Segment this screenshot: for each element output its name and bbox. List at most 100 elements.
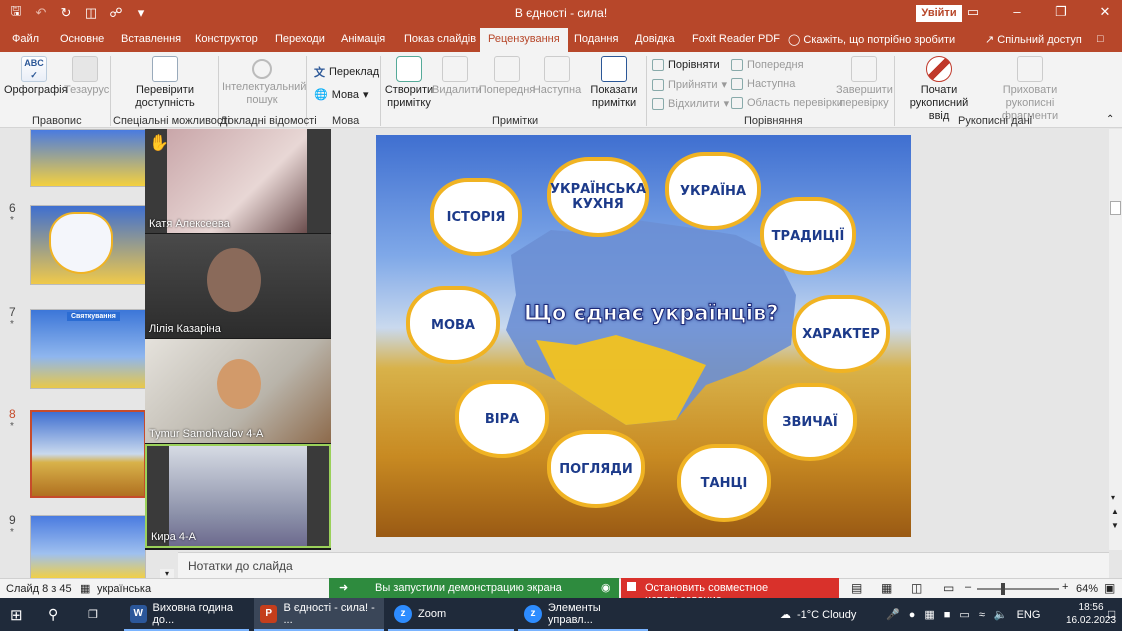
heart-dances: ТАНЦІ bbox=[677, 444, 771, 522]
close-button[interactable]: ✕ bbox=[1094, 4, 1116, 20]
tell-me-search[interactable]: ◯ Скажіть, що потрібно зробити bbox=[788, 33, 955, 46]
zoom-in-icon[interactable]: + bbox=[1062, 581, 1068, 593]
reading-view-icon[interactable]: ◫ bbox=[911, 581, 922, 595]
usb-icon[interactable]: ▦ bbox=[924, 608, 934, 621]
ribbon-display-options-icon[interactable]: ▭ bbox=[962, 4, 984, 20]
spellcheck-icon[interactable]: ▦ bbox=[80, 582, 90, 595]
heart-ukraine: УКРАЇНА bbox=[665, 152, 761, 230]
restore-button[interactable]: ❐ bbox=[1050, 4, 1072, 20]
tray-app-icon[interactable]: ● bbox=[909, 609, 916, 621]
window-controls: ▭ – ❐ ✕ bbox=[962, 4, 1116, 20]
previous-comment-button[interactable]: Попередня bbox=[478, 56, 536, 97]
heart-history: ІСТОРІЯ bbox=[430, 178, 522, 256]
taskbar-word[interactable]: W Виховна година до... bbox=[124, 598, 249, 631]
hide-ink-button[interactable]: Приховати рукописні фрагменти bbox=[978, 56, 1082, 123]
ribbon-tabs: Файл Основне Вставлення Конструктор Пере… bbox=[0, 27, 1122, 52]
slide-thumbnail[interactable]: Святкування bbox=[30, 309, 146, 389]
previous-slide-icon[interactable]: ▲ bbox=[1111, 507, 1119, 516]
tab-help[interactable]: Довідка bbox=[635, 33, 675, 45]
taskbar-powerpoint[interactable]: P В єдності - сила! - ... bbox=[254, 598, 384, 631]
participant-tile[interactable]: Лілія Казаріна bbox=[145, 234, 331, 338]
chevron-down-icon: ▾ bbox=[721, 79, 728, 91]
delete-comment-button[interactable]: Видалити bbox=[432, 56, 482, 97]
participant-tile[interactable]: ✋ Катя Алексеева bbox=[145, 129, 331, 233]
input-language[interactable]: ENG bbox=[1017, 609, 1041, 621]
slide-thumbnail[interactable] bbox=[30, 205, 146, 285]
task-view-button[interactable]: ❐ bbox=[82, 598, 114, 631]
comments-icon[interactable]: □ bbox=[1097, 33, 1104, 45]
tab-view[interactable]: Подання bbox=[574, 33, 618, 45]
taskbar-zoom-controls[interactable]: z Элементы управл... bbox=[518, 598, 648, 631]
stop-share-button[interactable]: Остановить совместное использование bbox=[621, 578, 839, 606]
tab-design[interactable]: Конструктор bbox=[195, 33, 258, 45]
spelling-button[interactable]: ABC ✓ Орфографія bbox=[4, 56, 68, 97]
sign-in-button[interactable]: Увійти bbox=[916, 5, 962, 22]
start-button[interactable]: ⊞ bbox=[4, 598, 36, 631]
share-button[interactable]: ↗ Спільний доступ bbox=[985, 33, 1082, 46]
share-status-text: Вы запустили демонстрацию экрана bbox=[375, 582, 562, 594]
slide-thumbnail[interactable] bbox=[30, 129, 146, 187]
taskbar-zoom[interactable]: z Zoom bbox=[388, 598, 514, 631]
zoom-out-icon[interactable]: – bbox=[965, 581, 971, 593]
language-button[interactable]: 🌐 Мова ▾ bbox=[314, 88, 368, 102]
zoom-slider-thumb[interactable] bbox=[1001, 583, 1005, 595]
slideshow-view-icon[interactable]: ▭ bbox=[943, 581, 954, 595]
heart-views: ПОГЛЯДИ bbox=[547, 430, 645, 508]
slide-thumbnail[interactable] bbox=[30, 515, 146, 580]
zoom-slider[interactable] bbox=[977, 583, 1059, 595]
end-review-button[interactable]: Завершити перевірку bbox=[836, 56, 893, 110]
next-change-button[interactable]: Наступна bbox=[731, 78, 795, 90]
notifications-icon[interactable]: □ bbox=[1108, 607, 1115, 621]
tab-home[interactable]: Основне bbox=[60, 33, 104, 45]
weather-text: -1°C Cloudy bbox=[797, 608, 857, 621]
tab-transitions[interactable]: Переходи bbox=[275, 33, 325, 45]
scrollbar-thumb[interactable] bbox=[1110, 201, 1121, 215]
next-slide-icon[interactable]: ▼ bbox=[1111, 521, 1119, 530]
tab-slideshow[interactable]: Показ слайдів bbox=[404, 33, 476, 45]
slide-sorter-icon[interactable]: ▦ bbox=[881, 581, 892, 595]
start-inking-button[interactable]: Почати рукописний ввід bbox=[898, 56, 980, 123]
smart-lookup-button[interactable]: Інтелектуальний пошук bbox=[222, 56, 306, 107]
slide-central-title: Що єднає українців? bbox=[524, 301, 780, 326]
battery-icon[interactable]: ▭ bbox=[959, 608, 969, 621]
participant-tile[interactable]: Tymur Samohvalov 4-A bbox=[145, 339, 331, 443]
scroll-down-icon[interactable]: ▾ bbox=[1111, 493, 1115, 502]
fit-to-window-icon[interactable]: ▣ bbox=[1104, 581, 1115, 595]
group-label-compare: Порівняння bbox=[744, 115, 803, 127]
zoom-level[interactable]: 64% bbox=[1076, 583, 1098, 595]
minimize-button[interactable]: – bbox=[1006, 4, 1028, 20]
normal-view-icon[interactable]: ▤ bbox=[851, 581, 862, 595]
tab-file[interactable]: Файл bbox=[12, 33, 39, 45]
translate-button[interactable]: 文 Переклад bbox=[314, 64, 379, 80]
participant-tile-active-speaker[interactable]: Кира 4-А bbox=[145, 444, 331, 548]
notes-pane[interactable]: Нотатки до слайда bbox=[178, 552, 1109, 578]
weather-widget[interactable]: ☁ -1°C Cloudy bbox=[774, 598, 874, 631]
tab-animations[interactable]: Анімація bbox=[341, 33, 385, 45]
tab-insert[interactable]: Вставлення bbox=[121, 33, 181, 45]
search-button[interactable]: ⚲ bbox=[42, 598, 74, 631]
accept-button[interactable]: Прийняти ▾ bbox=[652, 78, 727, 91]
next-comment-icon bbox=[544, 56, 570, 82]
check-accessibility-button[interactable]: Перевірити доступність bbox=[122, 56, 208, 110]
microphone-icon[interactable]: 🎤 bbox=[886, 608, 900, 621]
language-indicator[interactable]: українська bbox=[97, 583, 151, 595]
new-comment-button[interactable]: Створити примітку bbox=[384, 56, 434, 110]
thesaurus-button[interactable]: Тезаурус bbox=[64, 56, 109, 97]
tab-foxit[interactable]: Foxit Reader PDF bbox=[692, 33, 780, 45]
share-icon: ↗ bbox=[985, 34, 995, 46]
previous-change-button[interactable]: Попередня bbox=[731, 59, 804, 71]
collapse-ribbon-icon[interactable]: ⌃ bbox=[1106, 114, 1114, 125]
reviewing-pane-button[interactable]: Область перевірки bbox=[731, 97, 843, 109]
tab-review[interactable]: Рецензування bbox=[480, 28, 568, 52]
wifi-icon[interactable]: ≈ bbox=[979, 609, 985, 621]
tray-app-icon[interactable]: ■ bbox=[944, 609, 951, 621]
volume-icon[interactable]: 🔈 bbox=[994, 608, 1008, 621]
heart-label: ТРАДИЦІЇ bbox=[771, 228, 845, 244]
slide-thumbnail-selected[interactable] bbox=[30, 410, 146, 498]
reject-button[interactable]: Відхилити ▾ bbox=[652, 97, 729, 110]
heart-label: МОВА bbox=[431, 317, 475, 333]
show-comments-button[interactable]: Показати примітки bbox=[584, 56, 644, 110]
next-comment-button[interactable]: Наступна bbox=[532, 56, 582, 97]
compare-button[interactable]: Порівняти bbox=[652, 59, 720, 71]
vertical-scrollbar[interactable]: ▾ ▲ ▼ bbox=[1109, 129, 1122, 550]
